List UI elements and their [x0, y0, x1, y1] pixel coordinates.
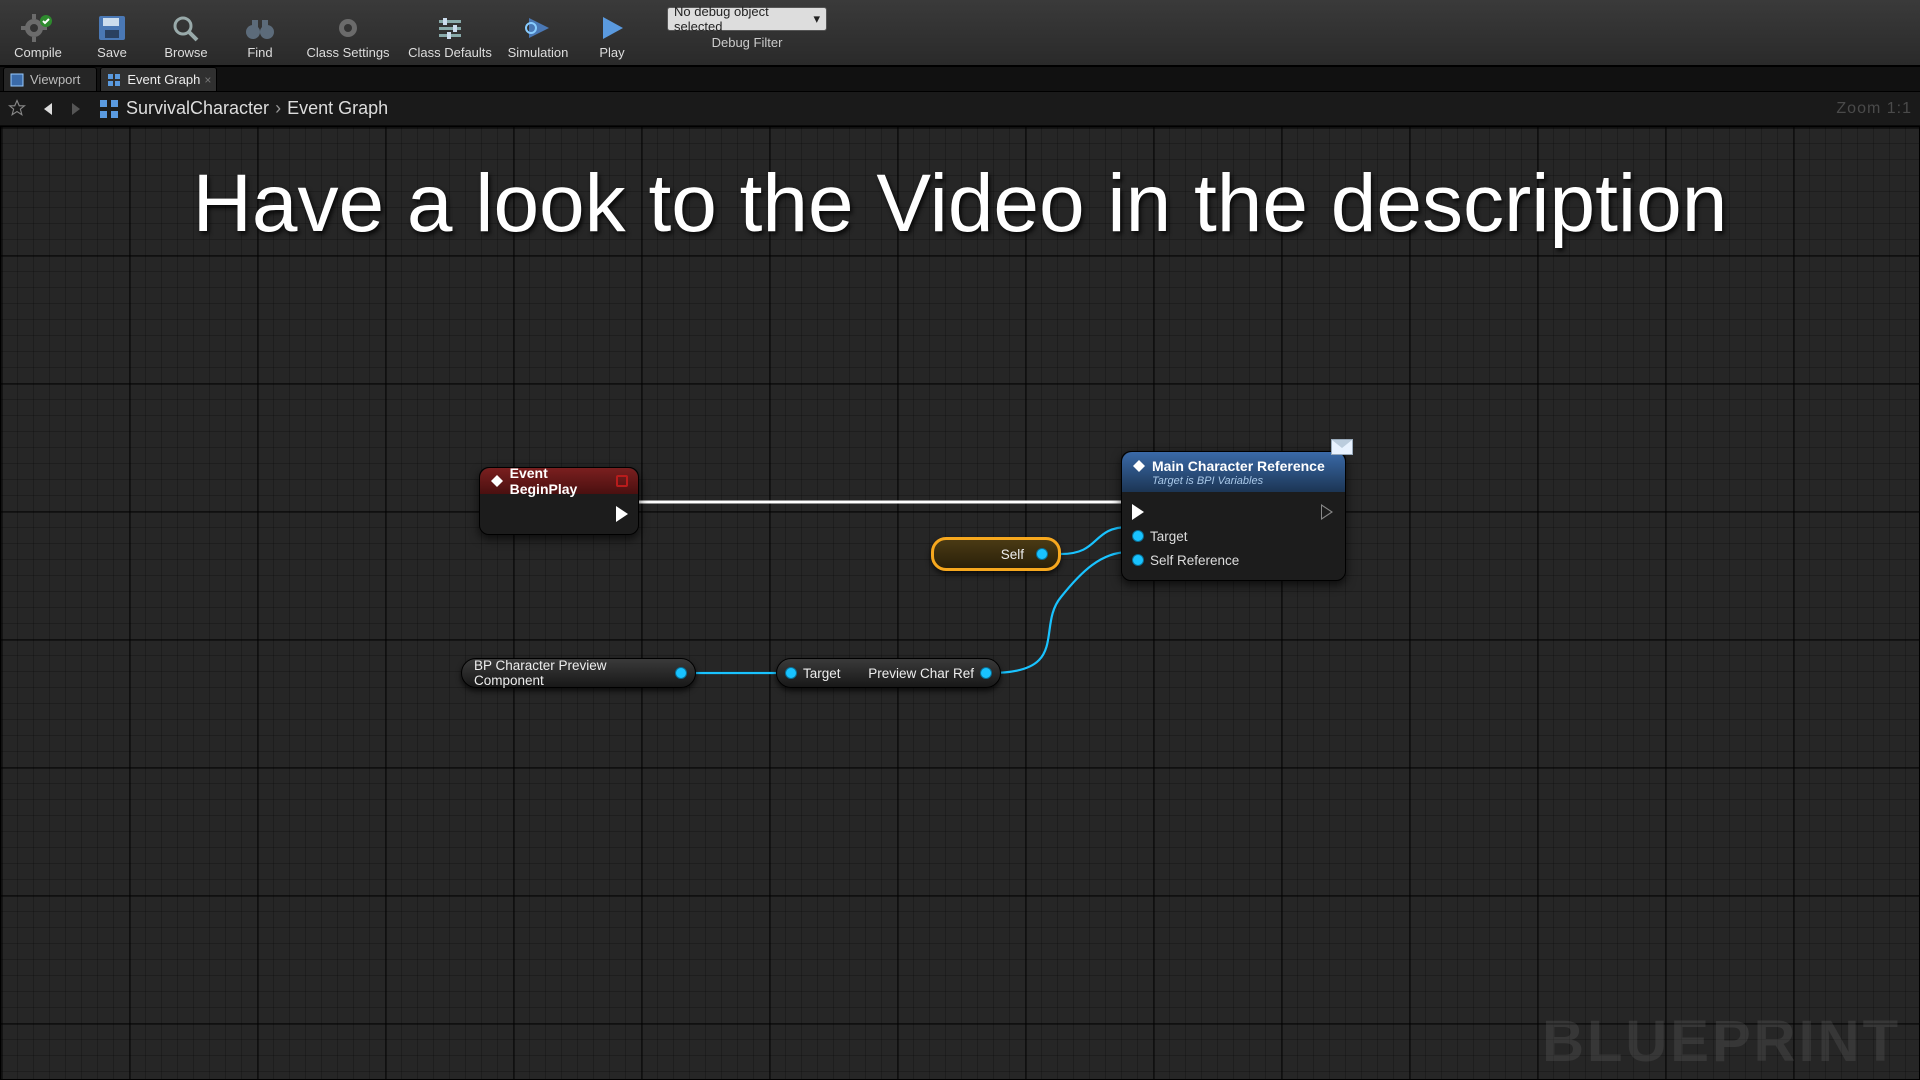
debug-object-value: No debug object selected [674, 4, 813, 34]
tab-viewport[interactable]: Viewport [3, 67, 97, 91]
debug-filter-label: Debug Filter [712, 35, 783, 50]
node-event-beginplay[interactable]: Event BeginPlay [479, 467, 639, 535]
wires [1, 127, 1919, 1079]
binoculars-icon [243, 13, 277, 43]
tabbar: Viewport Event Graph × [0, 66, 1920, 92]
sliders-icon [433, 13, 467, 43]
breadcrumb-nav [36, 96, 88, 122]
play-label: Play [599, 45, 624, 63]
tab-event-graph[interactable]: Event Graph × [100, 67, 217, 91]
nav-back-button[interactable] [36, 96, 62, 122]
tab-viewport-label: Viewport [30, 72, 80, 87]
class-settings-label: Class Settings [306, 45, 389, 63]
debug-object-select[interactable]: No debug object selected ▾ [667, 7, 827, 31]
debug-filter: No debug object selected ▾ Debug Filter [667, 3, 827, 50]
chevron-down-icon: ▾ [813, 11, 820, 27]
class-settings-button[interactable]: Class Settings [300, 3, 396, 63]
graph-canvas-wrap: Have a look to the Video in the descript… [0, 126, 1920, 1080]
delegate-pin[interactable] [616, 475, 628, 487]
toolbar: Compile Save Browse Find Class Settings … [0, 0, 1920, 66]
getter-out-label: Preview Char Ref [868, 666, 974, 681]
simulation-button[interactable]: Simulation [504, 3, 572, 63]
message-icon [1331, 439, 1353, 455]
blueprint-watermark: BLUEPRINT [1542, 1008, 1901, 1075]
favorite-star-icon[interactable] [8, 99, 28, 119]
node-preview-char-ref-getter[interactable]: Target Preview Char Ref [776, 658, 1001, 688]
node-self[interactable]: Self [931, 537, 1061, 571]
node-main-char-ref-subtitle: Target is BPI Variables [1152, 475, 1325, 487]
floppy-icon [95, 13, 129, 43]
blueprint-nodes-icon [98, 98, 120, 120]
simulation-icon [521, 13, 555, 43]
exec-out-pin[interactable] [616, 506, 628, 522]
exec-in-pin[interactable] [1132, 504, 1144, 520]
gear-check-icon [21, 13, 55, 43]
graph-icon [107, 73, 121, 87]
save-button[interactable]: Save [78, 3, 146, 63]
chevron-right-icon: › [275, 98, 281, 119]
node-event-beginplay-title: Event BeginPlay [510, 465, 617, 497]
viewport-icon [10, 73, 24, 87]
browse-label: Browse [164, 45, 207, 63]
getter-target-in-pin[interactable] [785, 667, 797, 679]
selfref-in-pin[interactable] [1132, 554, 1144, 566]
node-main-char-ref-title: Main Character Reference [1152, 458, 1325, 474]
node-event-beginplay-header: Event BeginPlay [480, 468, 638, 494]
class-defaults-label: Class Defaults [408, 45, 492, 63]
close-icon[interactable]: × [204, 73, 211, 87]
nav-forward-button[interactable] [62, 96, 88, 122]
getter-target-label: Target [803, 666, 841, 681]
target-in-pin[interactable] [1132, 530, 1144, 542]
event-icon [490, 474, 504, 488]
class-defaults-button[interactable]: Class Defaults [402, 3, 498, 63]
zoom-label: Zoom 1:1 [1836, 100, 1912, 118]
magnifier-icon [169, 13, 203, 43]
breadcrumb-blueprint[interactable]: SurvivalCharacter [126, 98, 269, 119]
simulation-label: Simulation [508, 45, 569, 63]
browse-button[interactable]: Browse [152, 3, 220, 63]
save-label: Save [97, 45, 127, 63]
play-icon [595, 13, 629, 43]
function-icon [1132, 459, 1146, 473]
compile-button[interactable]: Compile [4, 3, 72, 63]
find-label: Find [247, 45, 272, 63]
compile-label: Compile [14, 45, 62, 63]
self-label: Self [997, 547, 1028, 562]
exec-out-pin[interactable] [1321, 504, 1333, 520]
node-main-char-ref-header: Main Character Reference Target is BPI V… [1122, 452, 1345, 492]
node-main-char-ref[interactable]: Main Character Reference Target is BPI V… [1121, 451, 1346, 581]
play-button[interactable]: Play [578, 3, 646, 63]
tab-event-graph-label: Event Graph [127, 72, 200, 87]
node-bp-preview-component[interactable]: BP Character Preview Component [461, 658, 696, 688]
gear-icon [331, 13, 365, 43]
bp-preview-comp-out-pin[interactable] [675, 667, 687, 679]
getter-out-pin[interactable] [980, 667, 992, 679]
breadcrumb: SurvivalCharacter › Event Graph Zoom 1:1 [0, 92, 1920, 126]
pin-target-label: Target [1150, 529, 1188, 544]
graph-canvas[interactable]: Have a look to the Video in the descript… [0, 126, 1920, 1080]
bp-preview-comp-label: BP Character Preview Component [470, 658, 667, 688]
breadcrumb-graph[interactable]: Event Graph [287, 98, 388, 119]
find-button[interactable]: Find [226, 3, 294, 63]
overlay-caption: Have a look to the Video in the descript… [80, 153, 1840, 256]
pin-selfref-label: Self Reference [1150, 553, 1239, 568]
self-out-pin[interactable] [1036, 548, 1048, 560]
